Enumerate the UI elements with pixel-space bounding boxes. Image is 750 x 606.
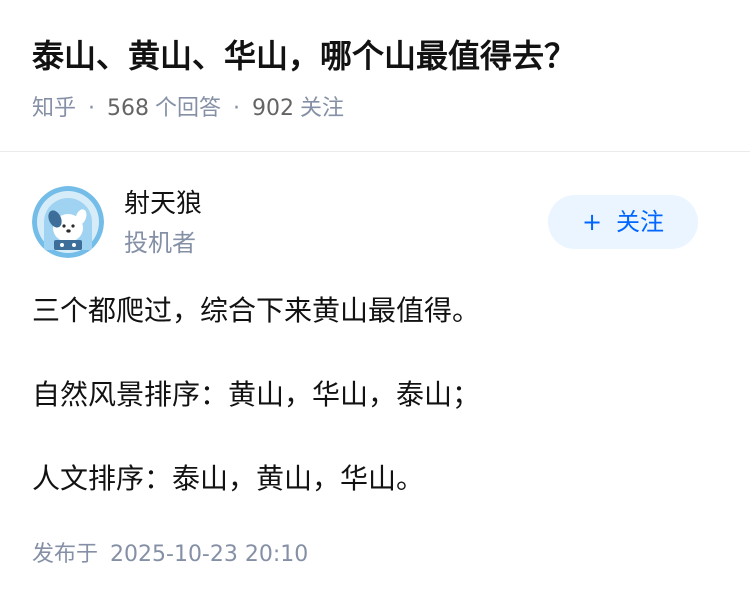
meta-separator: ·	[233, 96, 241, 121]
follow-button-label: 关注	[616, 208, 665, 236]
question-title[interactable]: 泰山、黄山、华山，哪个山最值得去？	[32, 34, 576, 78]
author-name[interactable]: 射天狼	[124, 186, 202, 222]
followers-label: 关注	[300, 96, 345, 121]
puppy-avatar-icon	[32, 186, 104, 258]
avatar[interactable]	[32, 186, 104, 258]
followers-count: 902	[252, 96, 295, 121]
source-label[interactable]: 知乎	[32, 96, 76, 121]
question-meta: 知乎 · 568 个回答 · 902 关注	[32, 93, 344, 125]
publish-time[interactable]: 发布于 2025-10-23 20:10	[32, 538, 308, 572]
meta-separator: ·	[88, 96, 96, 121]
answers-label[interactable]: 个回答	[155, 96, 221, 121]
answer-paragraph: 自然风景排序：黄山，华山，泰山；	[32, 378, 481, 411]
publish-date: 2025-10-23 20:10	[110, 542, 309, 567]
question-header: 泰山、黄山、华山，哪个山最值得去？ 知乎 · 568 个回答 · 902 关注	[0, 0, 750, 152]
answer-paragraph: 三个都爬过，综合下来黄山最值得。	[32, 294, 481, 327]
publish-label: 发布于	[32, 542, 99, 567]
plus-icon: +	[581, 208, 603, 236]
follow-button[interactable]: + 关注	[548, 195, 698, 249]
answer-paragraph: 人文排序：泰山，黄山，华山。	[32, 462, 425, 495]
author-bio: 投机者	[124, 229, 196, 257]
answers-count: 568	[107, 96, 150, 121]
